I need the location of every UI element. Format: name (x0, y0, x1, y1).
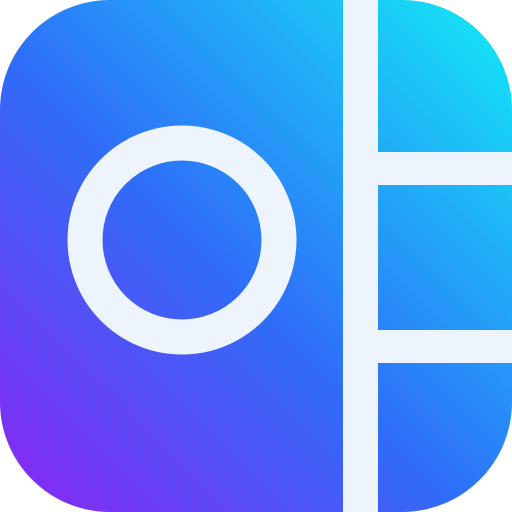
horizontal-divider-top (343, 152, 512, 185)
app-icon (0, 0, 512, 512)
horizontal-divider-bottom (343, 330, 512, 363)
vertical-divider (343, 0, 378, 512)
app-icon-canvas (0, 0, 512, 512)
